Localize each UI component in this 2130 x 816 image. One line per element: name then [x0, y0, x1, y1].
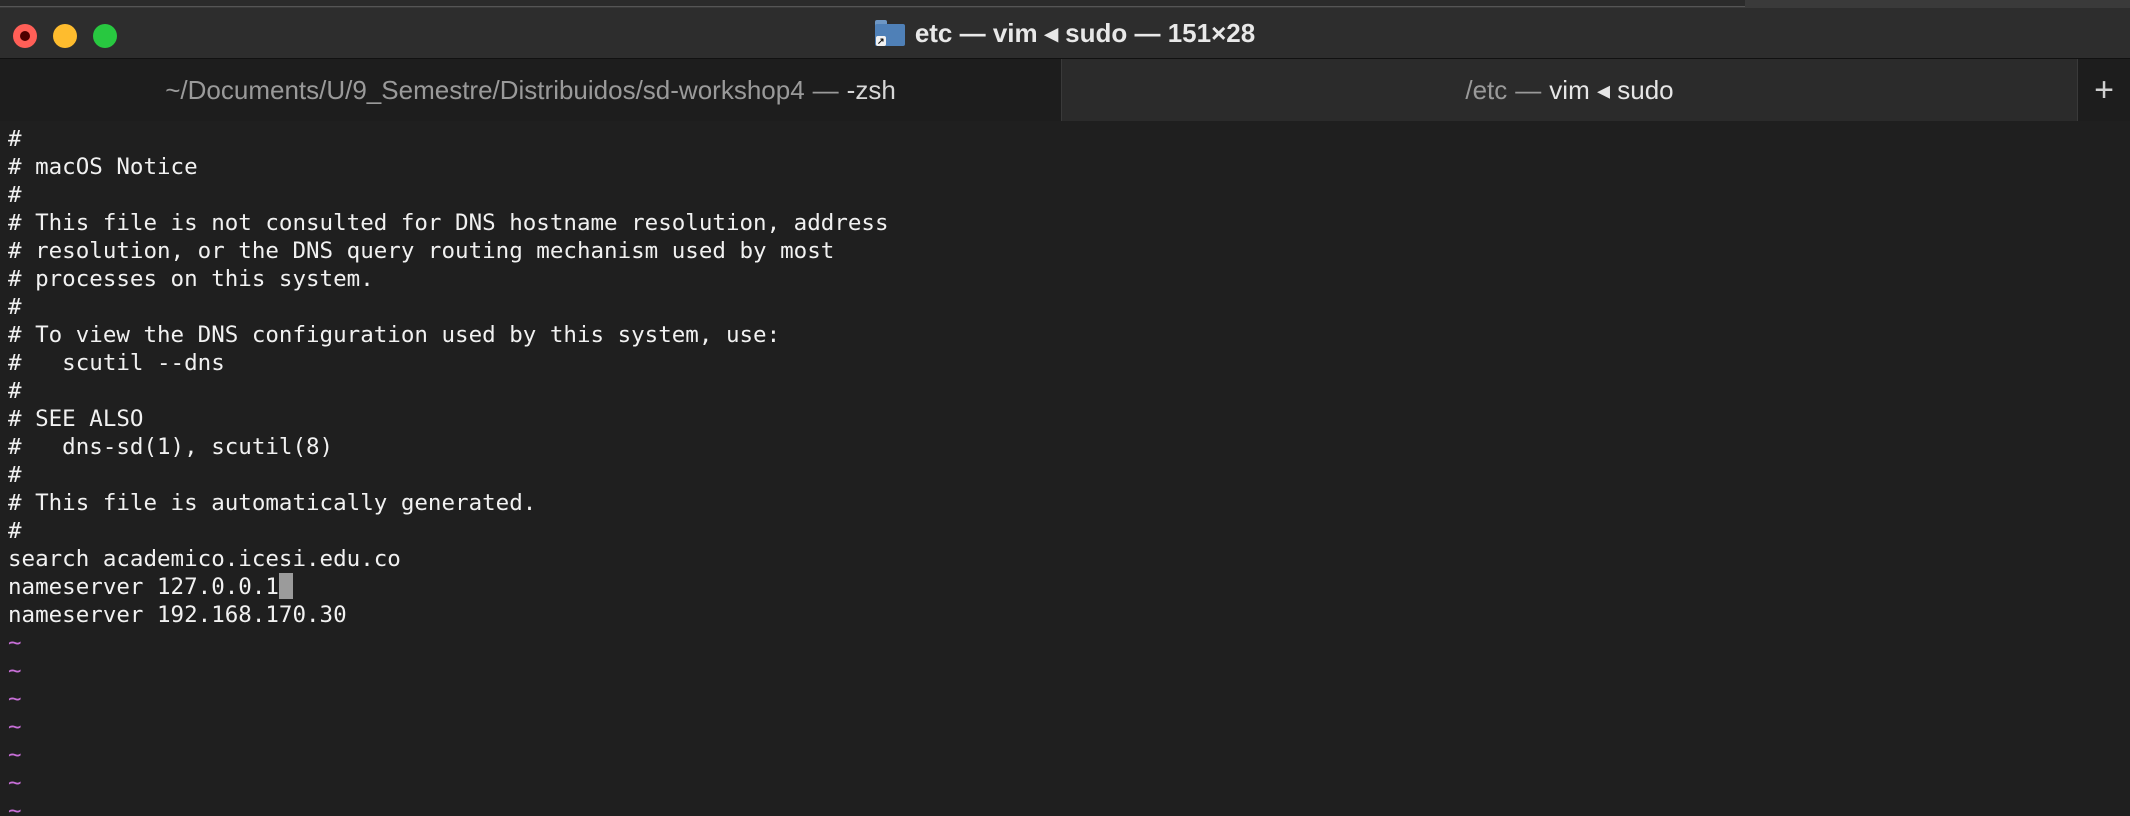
editor-line: # SEE ALSO — [8, 406, 144, 432]
zoom-button[interactable] — [93, 24, 117, 48]
editor-line: # — [8, 294, 22, 320]
window-title: etc — vim ◂ sudo — 151×28 — [914, 17, 1256, 48]
empty-line-marker: ~ — [8, 798, 22, 816]
empty-line-marker: ~ — [8, 658, 22, 684]
tab-vim-sudo[interactable]: /etc — vim ◂ sudo — [1062, 59, 2078, 121]
window-top-edge-highlight — [0, 0, 1745, 7]
editor-line: nameserver 192.168.170.30 — [8, 602, 347, 628]
alias-arrow-icon: ↗ — [875, 36, 886, 46]
new-tab-button[interactable]: + — [2078, 59, 2130, 121]
terminal-content[interactable]: # # macOS Notice # # This file is not co… — [0, 121, 2130, 816]
editor-line: # macOS Notice — [8, 154, 198, 180]
tab-zsh-path: ~/Documents/U/9_Semestre/Distribuidos/sd… — [165, 74, 805, 105]
titlebar[interactable]: ↗ etc — vim ◂ sudo — 151×28 — [0, 8, 2130, 58]
editor-line: # — [8, 518, 22, 544]
empty-line-marker: ~ — [8, 630, 22, 656]
terminal-window: ↗ etc — vim ◂ sudo — 151×28 ~/Documents/… — [0, 0, 2130, 816]
editor-line: search academico.icesi.edu.co — [8, 546, 401, 572]
editor-line: # This file is automatically generated. — [8, 490, 537, 516]
folder-icon: ↗ — [874, 20, 905, 46]
tab-vim-separator: — — [1515, 74, 1542, 105]
editor-line-text: nameserver 127.0.0.1 — [8, 574, 279, 600]
empty-line-marker: ~ — [8, 770, 22, 796]
editor-line: # processes on this system. — [8, 266, 374, 292]
traffic-lights — [13, 24, 117, 48]
editor-line: # This file is not consulted for DNS hos… — [8, 210, 889, 236]
editor-line: # — [8, 126, 22, 152]
minimize-button[interactable] — [53, 24, 77, 48]
tab-zsh[interactable]: ~/Documents/U/9_Semestre/Distribuidos/sd… — [0, 59, 1062, 121]
editor-line-with-cursor: nameserver 127.0.0.1 — [8, 573, 2130, 601]
plus-icon: + — [2094, 70, 2114, 109]
editor-line: # — [8, 462, 22, 488]
editor-line: # — [8, 182, 22, 208]
editor-line: # scutil --dns — [8, 350, 225, 376]
editor-line: # — [8, 378, 22, 404]
tab-vim-process: vim ◂ sudo — [1549, 74, 1674, 105]
tab-zsh-separator: — — [812, 74, 839, 105]
text-cursor — [278, 573, 293, 599]
close-button[interactable] — [13, 24, 37, 48]
empty-line-marker: ~ — [8, 714, 22, 740]
window-top-edge — [0, 0, 2130, 8]
empty-line-marker: ~ — [8, 686, 22, 712]
window-title-container: ↗ etc — vim ◂ sudo — 151×28 — [874, 17, 1256, 49]
empty-line-marker: ~ — [8, 742, 22, 768]
editor-line: # To view the DNS configuration used by … — [8, 322, 781, 348]
editor-line: # resolution, or the DNS query routing m… — [8, 238, 835, 264]
editor-line: # dns-sd(1), scutil(8) — [8, 434, 334, 460]
tab-vim-path: /etc — [1465, 74, 1508, 105]
tab-bar: ~/Documents/U/9_Semestre/Distribuidos/sd… — [0, 58, 2130, 122]
tab-zsh-process: -zsh — [846, 74, 896, 105]
